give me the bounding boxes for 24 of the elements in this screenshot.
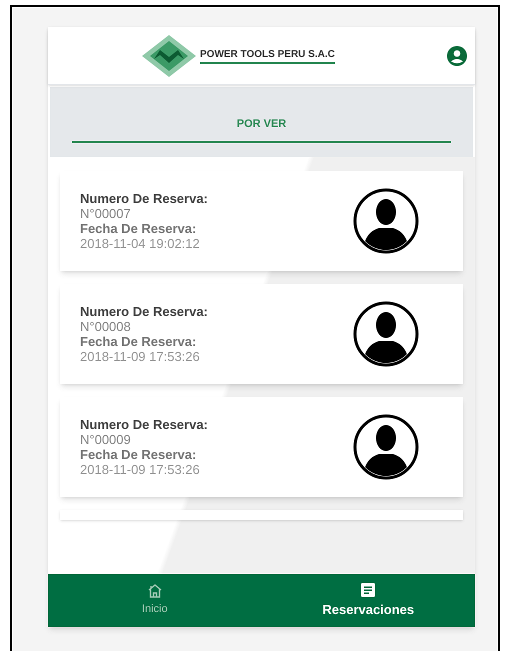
company-logo-text: POWER TOOLS PERU S.A.C	[200, 48, 335, 64]
reservation-card[interactable]: Numero De Reserva: N°00009 Fecha De Reserva: 2018-11-09 17:53:26	[60, 397, 463, 497]
avatar-icon	[353, 414, 419, 480]
avatar-icon	[353, 301, 419, 367]
reservation-card[interactable]: Numero De Reserva: N°00007 Fecha De Reserva: 2018-11-04 19:02:12	[60, 171, 463, 271]
nav-tab[interactable]: Reservaciones	[262, 574, 475, 627]
reservation-number-label: Numero De Reserva:	[80, 417, 208, 432]
reservation-number-label: Numero De Reserva:	[80, 304, 208, 319]
reservation-date: 2018-11-04 19:02:12	[80, 236, 201, 251]
document-icon	[360, 582, 376, 598]
reservation-date: 2018-11-09 17:53:26	[80, 462, 201, 477]
reservation-number: N°00007	[80, 206, 132, 221]
reservation-date: 2018-11-09 17:53:26	[80, 349, 201, 364]
reservation-card[interactable]: Numero De Reserva: N°00008 Fecha De Reserva: 2018-11-09 17:53:26	[60, 284, 463, 384]
reservation-date-label: Fecha De Reserva:	[80, 221, 198, 236]
reservation-number: N°00008	[80, 319, 132, 334]
reservation-number: N°00009	[80, 432, 132, 447]
reservation-date-label: Fecha De Reserva:	[80, 447, 198, 462]
logo-icon	[142, 34, 196, 76]
reservation-date-label: Fecha De Reserva:	[80, 334, 198, 349]
home-icon	[146, 583, 163, 600]
avatar-icon	[353, 188, 419, 254]
reservation-number-label: Numero De Reserva:	[80, 191, 208, 206]
account-icon[interactable]	[447, 46, 467, 66]
